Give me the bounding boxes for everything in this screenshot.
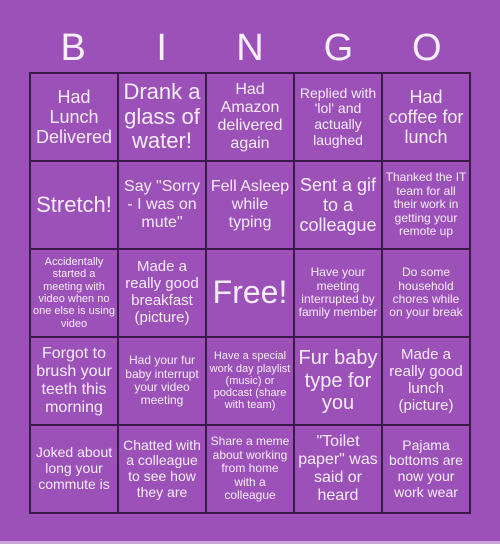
bingo-grid: Had Lunch Delivered Drank a glass of wat…	[29, 72, 471, 514]
bingo-cell[interactable]: Had Lunch Delivered	[30, 73, 118, 161]
bingo-cell[interactable]: Drank a glass of water!	[118, 73, 206, 161]
bingo-cell[interactable]: Chatted with a colleague to see how they…	[118, 425, 206, 513]
bingo-cell[interactable]: Have a special work day playlist (music)…	[206, 337, 294, 425]
bingo-cell[interactable]: Forgot to brush your teeth this morning	[30, 337, 118, 425]
header-letter-i: I	[156, 27, 167, 69]
bingo-cell[interactable]: Fell Asleep while typing	[206, 161, 294, 249]
bingo-cell[interactable]: Share a meme about working from home wit…	[206, 425, 294, 513]
bingo-cell[interactable]: Replied with 'lol' and actually laughed	[294, 73, 382, 161]
header-letter-n: N	[236, 27, 264, 69]
header-letter-g: G	[323, 27, 354, 69]
bingo-header: B I N G O	[29, 28, 471, 68]
header-letter-o: O	[412, 27, 442, 69]
bingo-cell[interactable]: Do some household chores while on your b…	[382, 249, 470, 337]
bingo-cell[interactable]: Made a really good lunch (picture)	[382, 337, 470, 425]
bingo-cell[interactable]: Sent a gif to a colleague	[294, 161, 382, 249]
header-letter-b: B	[60, 27, 86, 69]
bingo-cell[interactable]: Thanked the IT team for all their work i…	[382, 161, 470, 249]
bingo-cell[interactable]: "Toilet paper" was said or heard	[294, 425, 382, 513]
bingo-cell[interactable]: Had Amazon delivered again	[206, 73, 294, 161]
free-space-cell[interactable]: Free!	[206, 249, 294, 337]
bingo-cell[interactable]: Accidentally started a meeting with vide…	[30, 249, 118, 337]
bingo-cell[interactable]: Say "Sorry - I was on mute"	[118, 161, 206, 249]
bingo-cell[interactable]: Had coffee for lunch	[382, 73, 470, 161]
bingo-cell[interactable]: Joked about long your commute is	[30, 425, 118, 513]
bingo-cell[interactable]: Pajama bottoms are now your work wear	[382, 425, 470, 513]
bingo-cell[interactable]: Fur baby type for you	[294, 337, 382, 425]
bingo-cell[interactable]: Stretch!	[30, 161, 118, 249]
bingo-cell[interactable]: Had your fur baby interrupt your video m…	[118, 337, 206, 425]
bingo-cell[interactable]: Made a really good breakfast (picture)	[118, 249, 206, 337]
bingo-cell[interactable]: Have your meeting interrupted by family …	[294, 249, 382, 337]
